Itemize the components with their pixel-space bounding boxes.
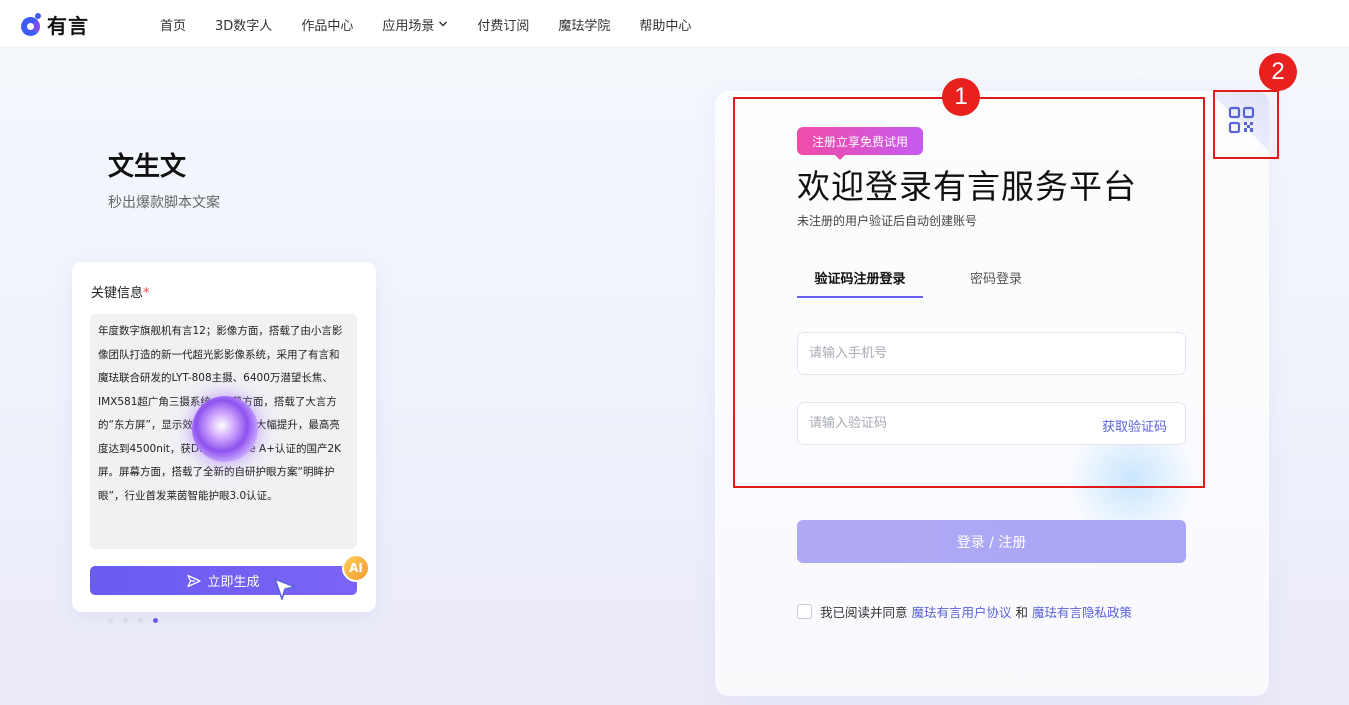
brand-logo[interactable]: 有言 (21, 10, 89, 38)
nav-label: 3D数字人 (215, 18, 273, 34)
agree-text: 我已阅读并同意 (820, 605, 908, 620)
ai-orb-icon (192, 396, 258, 462)
demo-field-label: 关键信息* (91, 282, 150, 301)
nav-label: 帮助中心 (639, 18, 692, 34)
carousel-dot[interactable] (123, 618, 128, 623)
agreement-row: 我已阅读并同意 魔珐有言用户协议 和 魔珐有言隐私政策 (797, 602, 1136, 621)
brand-name: 有言 (47, 13, 89, 38)
nav-item-works[interactable]: 作品中心 (301, 15, 353, 34)
feature-title: 文生文 (108, 152, 187, 182)
required-mark: * (143, 286, 150, 301)
nav-item-help[interactable]: 帮助中心 (639, 15, 691, 34)
annotation-box-1 (733, 97, 1205, 488)
generate-button[interactable]: 立即生成 (90, 566, 357, 595)
nav-label: 首页 (160, 18, 187, 34)
nav-item-3d-avatar[interactable]: 3D数字人 (215, 15, 272, 34)
nav-item-home[interactable]: 首页 (160, 15, 186, 34)
top-navbar: 有言 首页 3D数字人 作品中心 应用场景 付费订阅 魔珐学院 帮助中心 (0, 0, 1349, 48)
nav-label: 付费订阅 (477, 18, 530, 34)
send-icon (187, 574, 202, 587)
carousel-dot[interactable] (138, 618, 143, 623)
login-register-button[interactable]: 登录 / 注册 (797, 520, 1186, 563)
nav-item-subscription[interactable]: 付费订阅 (477, 15, 529, 34)
carousel-dot-active[interactable] (153, 618, 158, 623)
carousel-dot[interactable] (108, 618, 113, 623)
carousel-dots (108, 618, 168, 623)
demo-label-text: 关键信息 (91, 286, 144, 301)
main-nav: 首页 3D数字人 作品中心 应用场景 付费订阅 魔珐学院 帮助中心 (160, 0, 720, 48)
agree-and-text: 和 (1015, 605, 1029, 620)
generate-button-label: 立即生成 (207, 575, 260, 590)
logo-icon (21, 13, 43, 36)
nav-item-academy[interactable]: 魔珐学院 (558, 15, 610, 34)
cursor-pointer-icon (274, 578, 296, 600)
agree-checkbox[interactable] (797, 604, 812, 619)
nav-label: 魔珐学院 (558, 18, 611, 34)
feature-subtitle: 秒出爆款脚本文案 (108, 195, 220, 211)
annotation-marker-2: 2 (1259, 53, 1297, 91)
chevron-down-icon (439, 21, 448, 27)
nav-label: 应用场景 (382, 18, 435, 34)
ai-badge-icon: AI (342, 554, 370, 582)
privacy-policy-link[interactable]: 魔珐有言隐私政策 (1032, 602, 1132, 621)
nav-item-scenarios[interactable]: 应用场景 (382, 15, 448, 34)
user-agreement-link[interactable]: 魔珐有言用户协议 (912, 602, 1012, 621)
annotation-marker-1: 1 (942, 78, 980, 116)
nav-label: 作品中心 (301, 18, 354, 34)
demo-card: 关键信息* 年度数字旗舰机有言12；影像方面，搭载了由小言影像团队打造的新一代超… (72, 262, 376, 612)
annotation-box-2 (1213, 90, 1279, 159)
